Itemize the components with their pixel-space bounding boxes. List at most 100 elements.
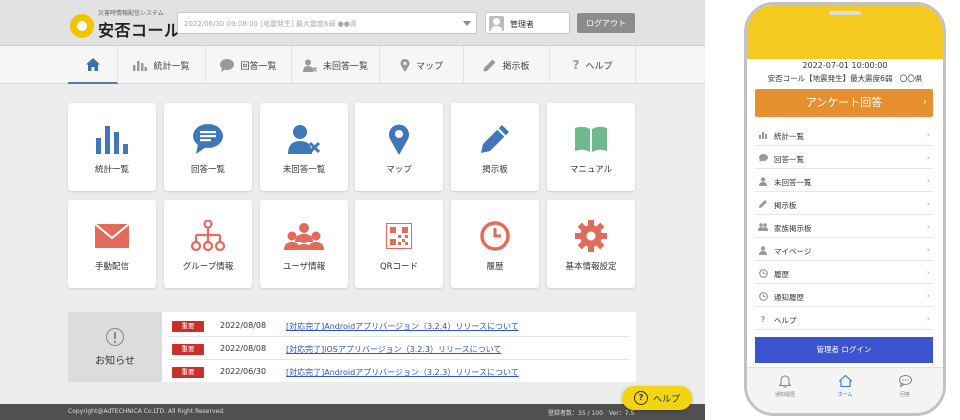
nav-unanswered[interactable]: 未回答一覧	[292, 46, 380, 84]
admin-login-button[interactable]: 管理者 ログイン	[755, 337, 933, 363]
question-icon: ?	[572, 58, 580, 72]
nav-help[interactable]: ? ヘルプ	[550, 46, 636, 84]
logout-button[interactable]: ログアウト	[577, 13, 635, 33]
news-link[interactable]: [対応完了]iOSアプリバージョン（3.2.3）リリースについて	[286, 344, 501, 355]
chat-bubble-icon	[220, 58, 235, 72]
tab-label: ホーム	[837, 392, 853, 398]
version-text: 登録者数：35 / 100 Ver：7.5	[548, 410, 635, 417]
chevron-right-icon: ›	[926, 245, 930, 254]
tile-statistics[interactable]: 統計一覧	[68, 103, 156, 191]
nav-map[interactable]: マップ	[380, 46, 464, 84]
menu-item-answers[interactable]: 回答一覧 ›	[755, 147, 933, 169]
tile-user-info[interactable]: ユーザ情報	[260, 200, 348, 288]
tile-label: QRコード	[379, 262, 419, 272]
survey-answer-button[interactable]: アンケート回答 ›	[755, 89, 933, 117]
news-date: 2022/06/30	[220, 367, 267, 376]
nav-statistics[interactable]: 統計一覧	[118, 46, 206, 84]
news-link[interactable]: [対応完了]Androidアプリバージョン（3.2.3）リリースについて	[286, 367, 519, 378]
clock-icon	[480, 221, 510, 251]
pencil-icon	[759, 200, 767, 208]
notice-selector-value: 2022/06/30 09:08:00 [地震発生] 最大震度6弱 ●●県	[184, 20, 357, 28]
menu-item-mypage[interactable]: マイページ ›	[755, 239, 933, 261]
clock-icon	[758, 268, 768, 278]
envelope-icon	[95, 224, 129, 248]
tile-label: 基本情報設定	[565, 262, 617, 272]
menu-item-family-board[interactable]: 家族掲示板 ›	[755, 216, 933, 238]
tile-history[interactable]: 履歴	[451, 200, 539, 288]
pencil-icon	[481, 125, 509, 153]
logo-name: 安否コール	[98, 21, 181, 40]
desktop-app: 災害時情報配信システム 安否コール 2022/06/30 09:08:00 [地…	[0, 0, 705, 420]
tab-answer[interactable]: 回答	[885, 373, 925, 403]
help-float-label: ヘルプ	[653, 395, 681, 405]
notice-selector[interactable]: 2022/06/30 09:08:00 [地震発生] 最大震度6弱 ●●県	[177, 12, 477, 34]
tile-map[interactable]: マップ	[355, 103, 443, 191]
tab-home[interactable]: ホーム	[825, 373, 865, 403]
mobile-notice-info: 2022-07-01 10:00:00 安否コール【地震発生】最大震度6弱 〇〇…	[747, 59, 943, 89]
clock-icon	[758, 291, 768, 301]
user-x-icon	[302, 59, 317, 72]
nav-label: 未回答一覧	[322, 61, 368, 72]
mobile-notice-date: 2022-07-01 10:00:00	[802, 61, 888, 70]
avatar-icon	[489, 16, 504, 31]
menu-item-help[interactable]: ? ヘルプ ›	[755, 308, 933, 330]
tile-qr-code[interactable]: QRコード	[355, 200, 443, 288]
tile-label: 未回答一覧	[282, 165, 326, 175]
news-heading: お知らせ	[95, 356, 135, 367]
logo-subtitle: 災害時情報配信システム	[98, 10, 164, 17]
footer: Copyright@AdTECHNICA Co.LTD. All Right R…	[0, 404, 705, 420]
tile-manual[interactable]: マニュアル	[547, 103, 635, 191]
users-icon	[284, 223, 324, 250]
menu-item-board[interactable]: 掲示板 ›	[755, 193, 933, 215]
nav-board[interactable]: 掲示板	[464, 46, 550, 84]
chevron-right-icon: ›	[923, 97, 927, 108]
nav-label: ヘルプ	[585, 61, 613, 72]
menu-label: 通知履歴	[774, 293, 804, 302]
mobile-tab-bar: 通知履歴 ホーム 回答	[747, 367, 943, 413]
copyright-text: Copyright@AdTECHNICA Co.LTD. All Right R…	[68, 408, 225, 415]
question-circle-icon: ?	[634, 391, 648, 405]
logo-mark-icon	[70, 14, 94, 38]
news-date: 2022/08/08	[220, 344, 267, 353]
bar-chart-icon	[133, 61, 148, 71]
importance-badge: 重要	[172, 344, 204, 355]
tile-manual-send[interactable]: 手動配信	[68, 200, 156, 288]
menu-label: ヘルプ	[774, 316, 797, 325]
nav-answers[interactable]: 回答一覧	[206, 46, 292, 84]
home-icon	[85, 57, 100, 71]
nav-label: 掲示板	[502, 61, 530, 72]
menu-item-history[interactable]: 履歴 ›	[755, 262, 933, 284]
user-box[interactable]: 管理者	[485, 12, 570, 34]
news-panel: お知らせ 重要 2022/08/08 [対応完了]Androidアプリバージョン…	[68, 312, 636, 382]
tile-label: 履歴	[486, 262, 504, 272]
news-link[interactable]: [対応完了]Androidアプリバージョン（3.2.4）リリースについて	[286, 321, 519, 332]
tab-notification-history[interactable]: 通知履歴	[765, 373, 805, 403]
menu-item-unanswered[interactable]: 未回答一覧 ›	[755, 170, 933, 192]
user-icon	[759, 245, 767, 255]
chat-icon	[898, 375, 912, 387]
news-date: 2022/08/08	[220, 321, 267, 330]
user-x-icon	[288, 125, 320, 154]
chevron-right-icon: ›	[926, 199, 930, 208]
tile-label: 手動配信	[94, 262, 129, 272]
tile-board[interactable]: 掲示板	[451, 103, 539, 191]
pencil-icon	[483, 59, 496, 71]
tile-label: マップ	[386, 165, 412, 175]
bell-icon	[779, 374, 791, 388]
app-logo[interactable]: 災害時情報配信システム 安否コール	[70, 8, 180, 40]
help-float-button[interactable]: ? ヘルプ	[622, 386, 692, 410]
survey-answer-label: アンケート回答	[805, 96, 883, 109]
nav-label: 回答一覧	[240, 61, 277, 72]
tile-unanswered[interactable]: 未回答一覧	[260, 103, 348, 191]
user-icon	[759, 176, 767, 186]
chevron-right-icon: ›	[926, 314, 930, 323]
tile-group-info[interactable]: グループ情報	[164, 200, 252, 288]
nav-home[interactable]	[68, 46, 118, 84]
menu-label: マイページ	[774, 247, 812, 256]
tab-label: 回答	[899, 392, 910, 398]
menu-item-statistics[interactable]: 統計一覧 ›	[755, 124, 933, 146]
tile-basic-settings[interactable]: 基本情報設定	[547, 200, 635, 288]
tile-answers[interactable]: 回答一覧	[164, 103, 252, 191]
menu-item-notification-history[interactable]: 通知履歴 ›	[755, 285, 933, 307]
news-item: 重要 2022/08/08 [対応完了]Androidアプリバージョン（3.2.…	[168, 315, 630, 337]
